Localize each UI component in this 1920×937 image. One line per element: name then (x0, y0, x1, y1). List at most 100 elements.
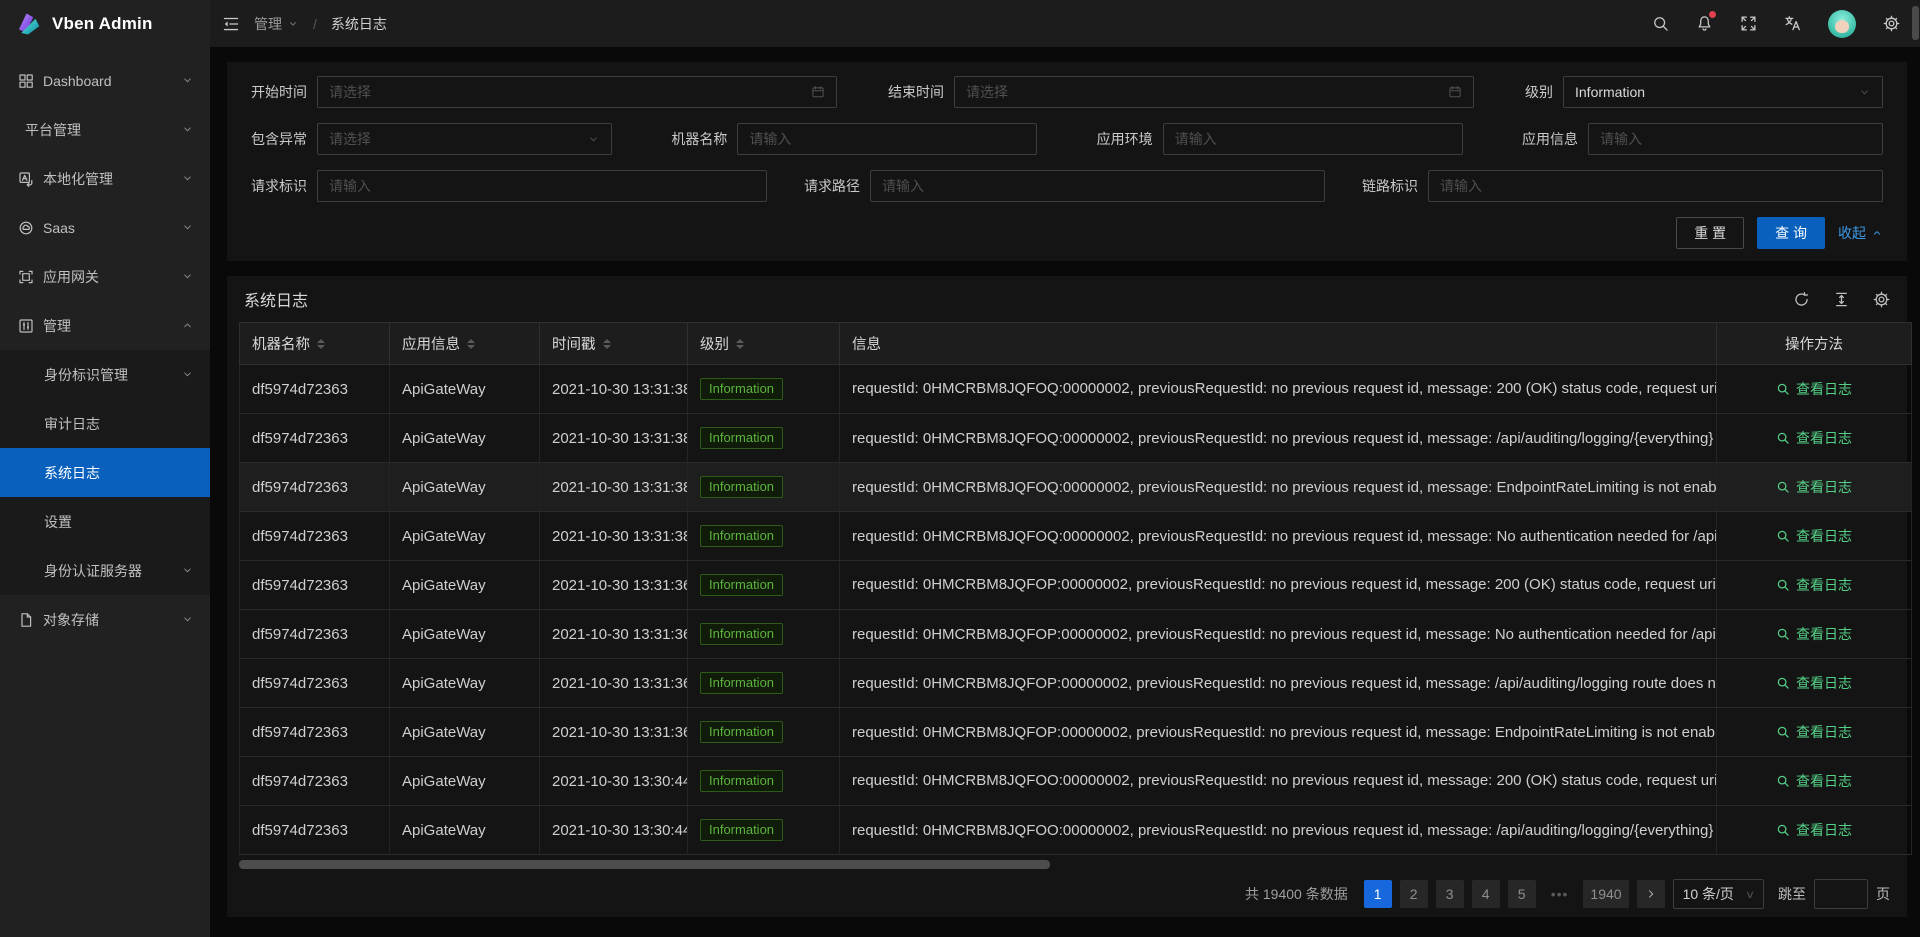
text-input[interactable]: 请输入 (870, 170, 1325, 202)
app-title: Vben Admin (52, 14, 153, 34)
jump-page-input[interactable] (1814, 879, 1868, 909)
view-log-link[interactable]: 查看日志 (1776, 379, 1852, 399)
text-input[interactable]: 请输入 (737, 123, 1037, 155)
date-picker[interactable]: 请选择 (317, 76, 837, 108)
translate-icon[interactable] (1784, 15, 1801, 32)
sidebar-item-object-storage[interactable]: 对象存储 (0, 595, 210, 644)
notifications-button[interactable] (1696, 15, 1713, 32)
view-log-link[interactable]: 查看日志 (1776, 771, 1852, 791)
page-button-1940[interactable]: 1940 (1583, 880, 1628, 908)
filter-field-label: 请求标识 (251, 176, 307, 196)
view-log-label: 查看日志 (1796, 575, 1852, 595)
sidebar-item-management[interactable]: 管理 (0, 301, 210, 350)
table-row[interactable]: df5974d72363ApiGateWay2021-10-30 13:31:3… (240, 365, 1912, 414)
refresh-icon[interactable] (1793, 291, 1810, 308)
field-placeholder: 请输入 (1440, 176, 1482, 196)
column-header-1[interactable]: 机器名称 (240, 323, 390, 365)
vertical-scrollbar-thumb[interactable] (1912, 6, 1919, 40)
table-row[interactable]: df5974d72363ApiGateWay2021-10-30 13:30:4… (240, 806, 1912, 855)
view-log-label: 查看日志 (1796, 722, 1852, 742)
table-row[interactable]: df5974d72363ApiGateWay2021-10-30 13:31:3… (240, 512, 1912, 561)
sidebar-item-dashboard[interactable]: Dashboard (0, 56, 210, 105)
view-log-link[interactable]: 查看日志 (1776, 575, 1852, 595)
fullscreen-icon[interactable] (1740, 15, 1757, 32)
sidebar-item-identity[interactable]: 身份标识管理 (0, 350, 210, 399)
view-log-link[interactable]: 查看日志 (1776, 526, 1852, 546)
table-row[interactable]: df5974d72363ApiGateWay2021-10-30 13:30:4… (240, 757, 1912, 806)
view-log-link[interactable]: 查看日志 (1776, 624, 1852, 644)
horizontal-scrollbar[interactable] (239, 858, 1895, 870)
column-header-5: 信息 (840, 323, 1717, 365)
horizontal-scrollbar-thumb[interactable] (239, 860, 1050, 869)
view-log-label: 查看日志 (1796, 428, 1852, 448)
table-row[interactable]: df5974d72363ApiGateWay2021-10-30 13:31:3… (240, 463, 1912, 512)
search-icon[interactable] (1652, 15, 1669, 32)
table-row[interactable]: df5974d72363ApiGateWay2021-10-30 13:31:3… (240, 561, 1912, 610)
view-log-link[interactable]: 查看日志 (1776, 428, 1852, 448)
cell-message: requestId: 0HMCRBM8JQFOQ:00000002, previ… (840, 463, 1717, 512)
table-row[interactable]: df5974d72363ApiGateWay2021-10-30 13:31:3… (240, 610, 1912, 659)
sidebar-item-label: 系统日志 (44, 463, 194, 483)
sort-carets-icon[interactable] (317, 339, 325, 349)
text-input[interactable]: 请输入 (1163, 123, 1463, 155)
page-button-3[interactable]: 3 (1436, 880, 1464, 908)
column-header-3[interactable]: 时间戳 (540, 323, 688, 365)
logo[interactable]: Vben Admin (0, 0, 210, 47)
date-picker[interactable]: 请选择 (954, 76, 1474, 108)
table-row[interactable]: df5974d72363ApiGateWay2021-10-30 13:31:3… (240, 414, 1912, 463)
view-log-link[interactable]: 查看日志 (1776, 820, 1852, 840)
text-input[interactable]: 请输入 (1588, 123, 1883, 155)
text-input[interactable]: 请输入 (317, 170, 767, 202)
field-placeholder: 请选择 (329, 82, 371, 102)
select[interactable]: 请选择 (317, 123, 612, 155)
collapse-button[interactable]: 收起 (1838, 223, 1883, 243)
sort-carets-icon[interactable] (467, 339, 475, 349)
log-panel: 系统日志 机器名称应用信息时间戳级别信息操作方法 df5974d72363Api… (227, 276, 1907, 917)
table-row[interactable]: df5974d72363ApiGateWay2021-10-30 13:31:3… (240, 659, 1912, 708)
sidebar-item-gateway[interactable]: 应用网关 (0, 252, 210, 301)
cell-app-info: ApiGateWay (390, 365, 540, 414)
column-header-4[interactable]: 级别 (688, 323, 840, 365)
table-header-row: 机器名称应用信息时间戳级别信息操作方法 (240, 323, 1912, 365)
sort-carets-icon[interactable] (736, 339, 744, 349)
table-row[interactable]: df5974d72363ApiGateWay2021-10-30 13:31:3… (240, 708, 1912, 757)
query-button[interactable]: 查 询 (1757, 217, 1825, 249)
avatar[interactable] (1828, 10, 1856, 38)
page-button-5[interactable]: 5 (1508, 880, 1536, 908)
field-value: Information (1575, 84, 1645, 100)
sidebar-item-localization[interactable]: 本地化管理 (0, 154, 210, 203)
sidebar-item-saas[interactable]: Saas (0, 203, 210, 252)
chevron-down-icon (181, 368, 194, 381)
view-log-link[interactable]: 查看日志 (1776, 477, 1852, 497)
sort-carets-icon[interactable] (603, 339, 611, 349)
filter-field-label: 结束时间 (888, 82, 944, 102)
next-page-button[interactable] (1637, 880, 1665, 908)
breadcrumb-parent[interactable]: 管理 (254, 14, 299, 34)
row-height-icon[interactable] (1833, 291, 1850, 308)
page-button-4[interactable]: 4 (1472, 880, 1500, 908)
cell-app-info: ApiGateWay (390, 561, 540, 610)
page-button-2[interactable]: 2 (1400, 880, 1428, 908)
page-button-1[interactable]: 1 (1364, 880, 1392, 908)
text-input[interactable]: 请输入 (1428, 170, 1883, 202)
breadcrumb-current: 系统日志 (331, 14, 387, 34)
table-settings-icon[interactable] (1873, 291, 1890, 308)
select[interactable]: Information (1563, 76, 1883, 108)
sidebar-item-system-log[interactable]: 系统日志 (0, 448, 210, 497)
sidebar-item-platform[interactable]: 平台管理 (0, 105, 210, 154)
sidebar-item-label: 身份标识管理 (44, 365, 181, 385)
view-log-link[interactable]: 查看日志 (1776, 673, 1852, 693)
magnifier-icon (1776, 431, 1790, 445)
chevron-down-icon (181, 270, 194, 283)
sidebar-item-audit-log[interactable]: 审计日志 (0, 399, 210, 448)
column-header-2[interactable]: 应用信息 (390, 323, 540, 365)
page-size-select[interactable]: 10 条/页 ∨ (1673, 879, 1764, 909)
menu-fold-icon[interactable] (222, 15, 240, 33)
sidebar-item-settings[interactable]: 设置 (0, 497, 210, 546)
panel-title: 系统日志 (244, 287, 308, 311)
reset-button[interactable]: 重 置 (1676, 217, 1744, 249)
settings-gear-icon[interactable] (1883, 15, 1900, 32)
sidebar-item-auth-server[interactable]: 身份认证服务器 (0, 546, 210, 595)
cell-action: 查看日志 (1717, 659, 1912, 708)
view-log-link[interactable]: 查看日志 (1776, 722, 1852, 742)
